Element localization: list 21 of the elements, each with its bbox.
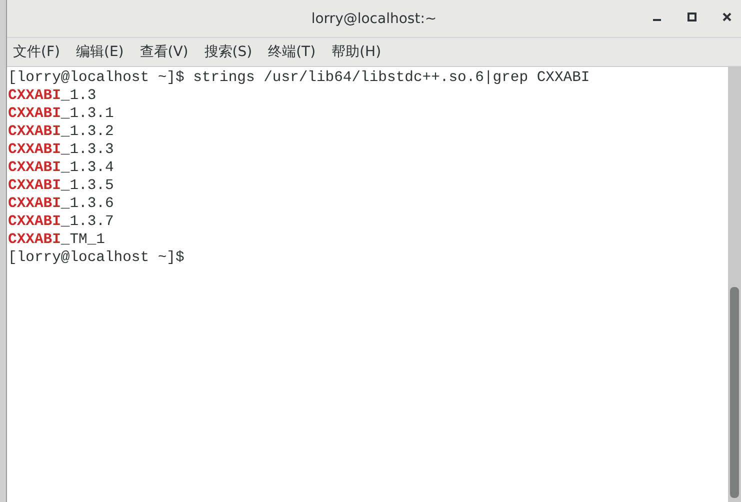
menu-item[interactable]: 搜索(S) bbox=[204, 43, 252, 61]
scrollbar-thumb[interactable] bbox=[730, 287, 739, 498]
close-icon[interactable] bbox=[721, 11, 733, 23]
terminal-line: CXXABI_1.3.7 bbox=[8, 213, 114, 231]
menu-item[interactable]: 文件(F) bbox=[13, 43, 60, 61]
menu-item[interactable]: 编辑(E) bbox=[76, 43, 124, 61]
terminal-line: CXXABI_1.3.6 bbox=[8, 195, 114, 213]
terminal-line: CXXABI_1.3.3 bbox=[8, 141, 114, 159]
window-title: lorry@localhost:~ bbox=[311, 10, 437, 26]
maximize-icon[interactable] bbox=[686, 11, 698, 23]
terminal-line: CXXABI_1.3 bbox=[8, 87, 96, 105]
terminal-line: CXXABI_1.3.1 bbox=[8, 105, 114, 123]
terminal-line: CXXABI_1.3.2 bbox=[8, 123, 114, 141]
terminal-line: CXXABI_1.3.5 bbox=[8, 177, 114, 195]
terminal-line: [lorry@localhost ~]$ bbox=[8, 249, 184, 267]
terminal-line: [lorry@localhost ~]$ strings /usr/lib64/libstdc++.so.6|grep CXXABI bbox=[8, 69, 590, 87]
menu-item[interactable]: 终端(T) bbox=[268, 43, 316, 61]
menu-item[interactable]: 查看(V) bbox=[140, 43, 188, 61]
menu-item[interactable]: 帮助(H) bbox=[332, 43, 382, 61]
terminal-line: CXXABI_1.3.4 bbox=[8, 159, 114, 177]
terminal-line: CXXABI_TM_1 bbox=[8, 231, 105, 249]
